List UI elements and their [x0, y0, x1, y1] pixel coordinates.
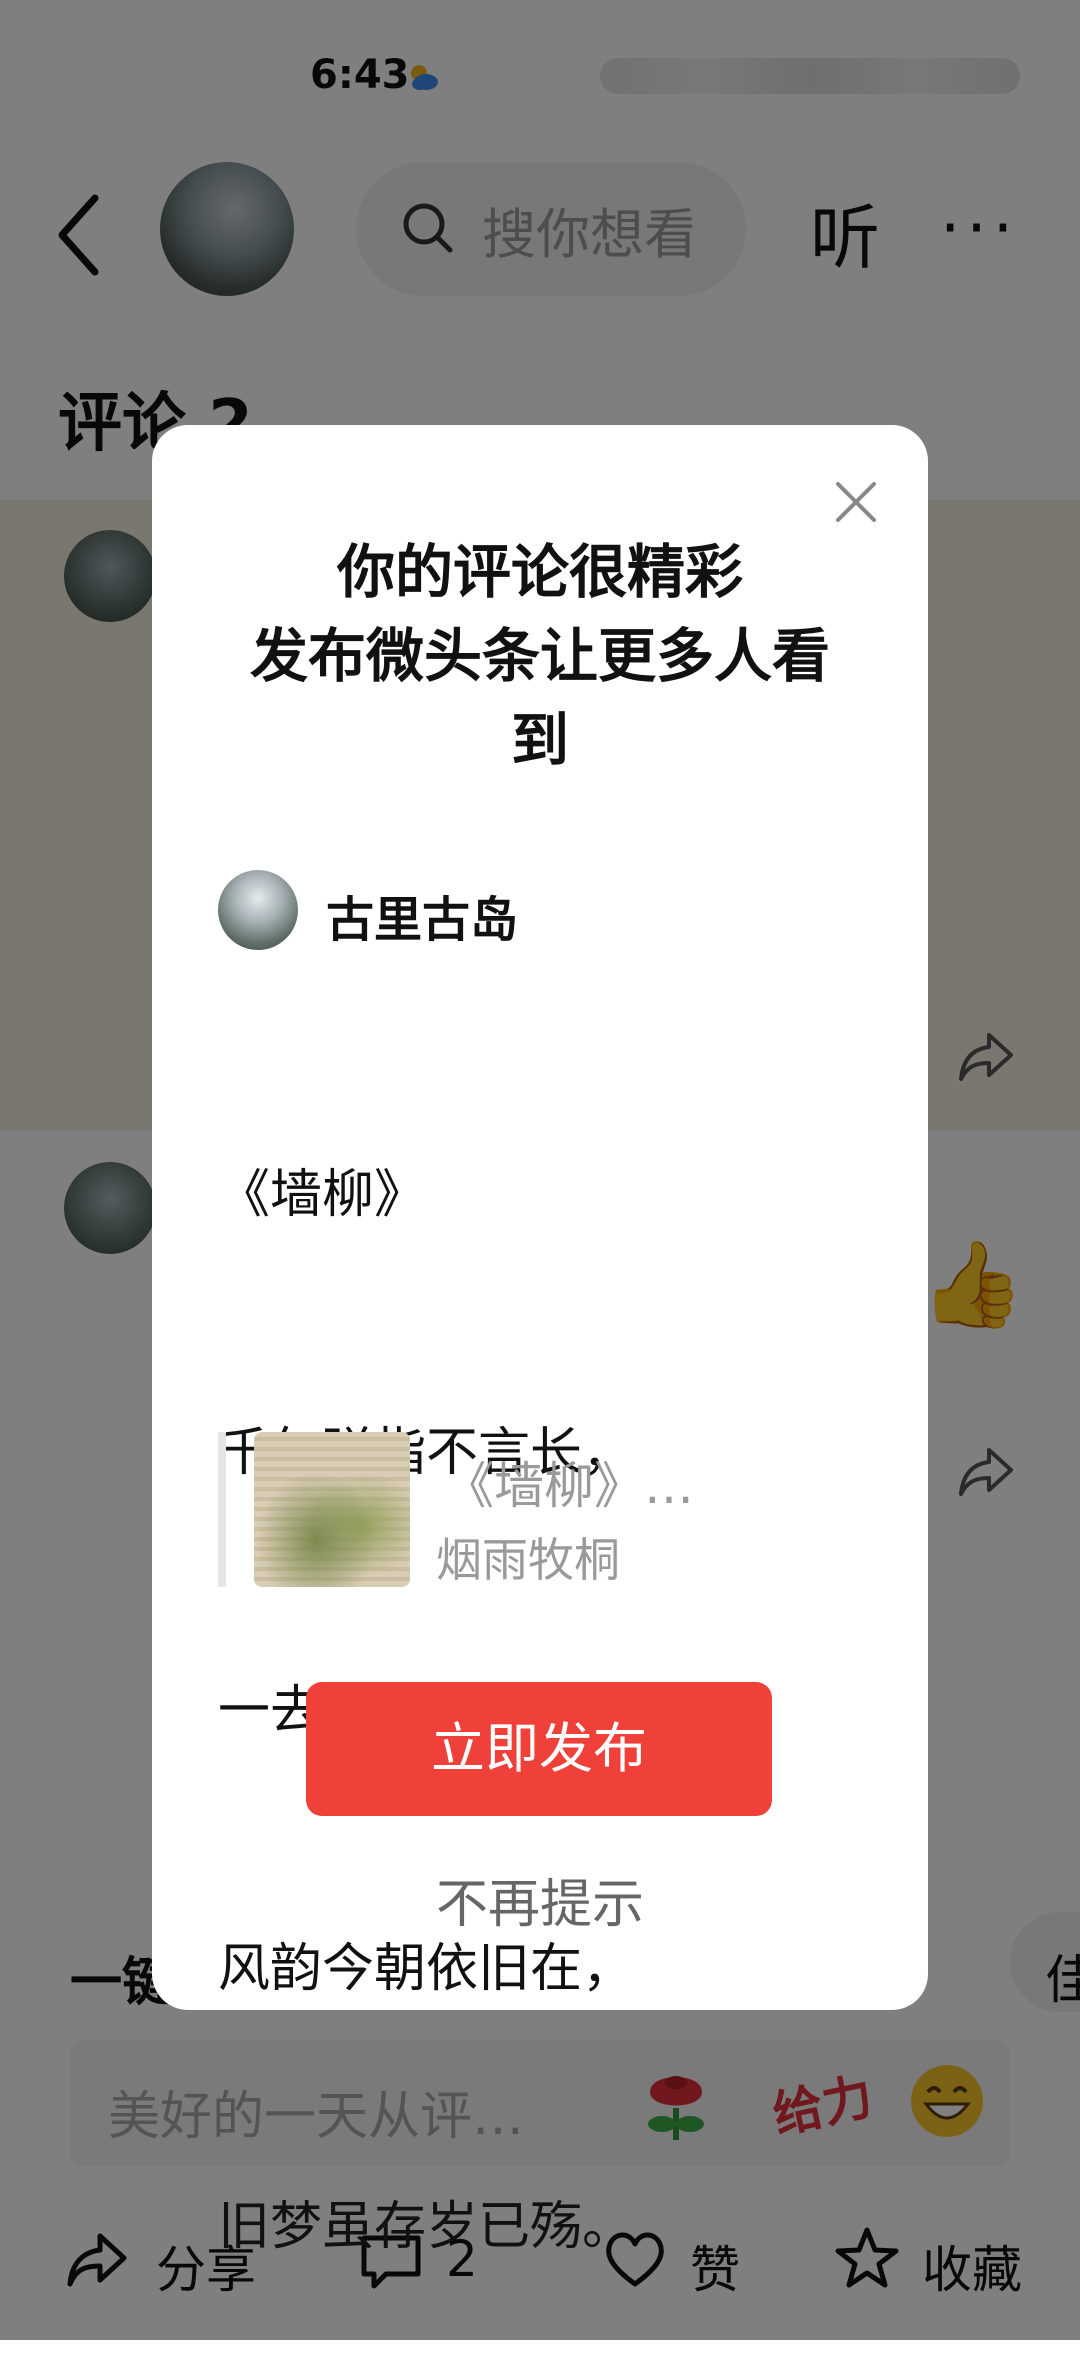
dialog-title-line: 发布微头条让更多人看: [249, 622, 830, 690]
quoted-article-author: 烟雨牧桐: [436, 1533, 620, 1587]
do-not-remind-button[interactable]: 不再提示: [152, 1862, 928, 1937]
dialog-title: 你的评论很精彩 发布微头条让更多人看 到: [152, 530, 928, 782]
poem-line: 风韵今朝依旧在，: [218, 1939, 635, 1999]
close-icon[interactable]: [828, 474, 884, 530]
publish-now-button[interactable]: 立即发布: [306, 1682, 772, 1816]
quote-divider: [218, 1432, 226, 1587]
poem-line: 《墙柳》: [218, 1165, 427, 1225]
quoted-article-title: 《墙柳》…: [444, 1457, 694, 1515]
post-content: 《墙柳》 千年弹指不言长， 一去深宫立浅墙。 风韵今朝依旧在， 旧梦虽存岁已殇。: [218, 980, 634, 2356]
poem-line: 旧梦虽存岁已殇。: [218, 2197, 635, 2257]
dialog-title-line: 到: [510, 706, 569, 774]
post-author-name: 古里古岛: [326, 892, 519, 948]
dialog-title-line: 你的评论很精彩: [336, 538, 743, 606]
quoted-article-thumbnail: [254, 1432, 410, 1587]
post-author-avatar: [218, 870, 298, 950]
